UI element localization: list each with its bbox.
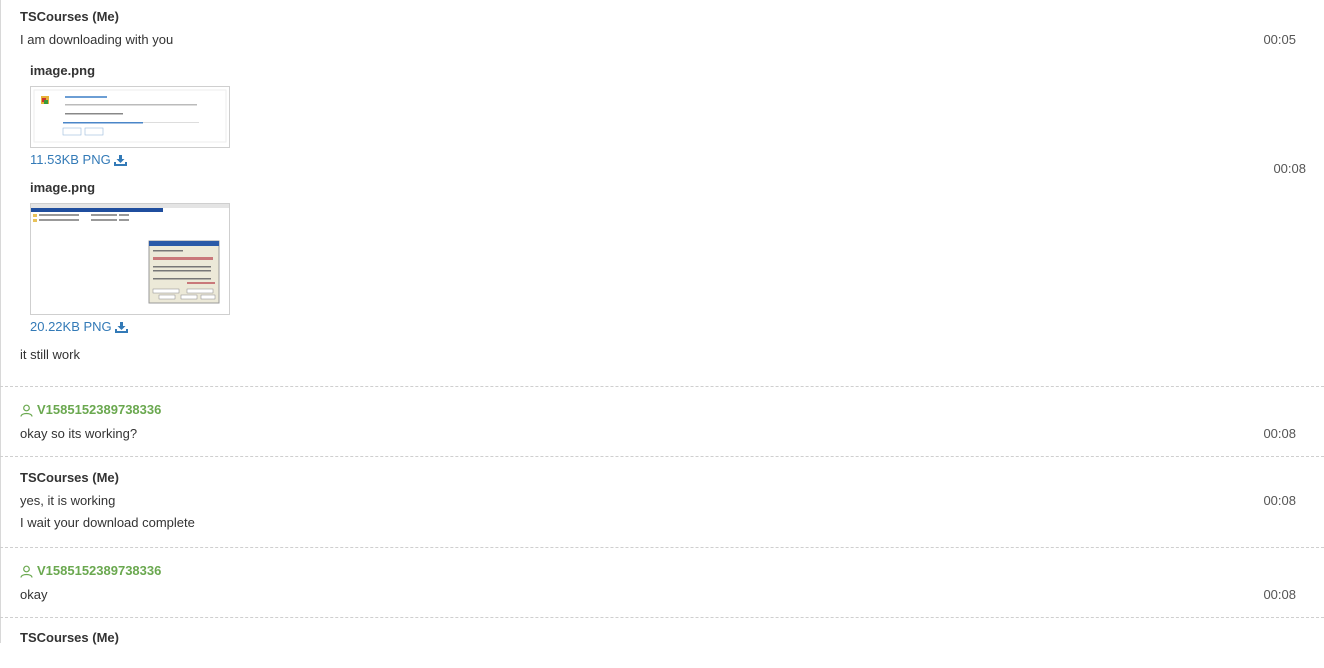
chat-message: TSCourses (Me) I am downloading with you…	[0, 0, 1324, 387]
message-line: I am downloading with you 00:05	[20, 29, 1310, 51]
sender-name: TSCourses (Me)	[20, 630, 119, 645]
attachment-meta: 20.22KB PNG	[30, 319, 112, 334]
visitor-sender: V1585152389738336	[20, 561, 1310, 581]
thumbnail-image	[31, 204, 229, 304]
attachment-thumbnail[interactable]	[30, 86, 230, 148]
message-text: I wait your download complete	[20, 515, 195, 530]
message-line: it still work	[20, 344, 1310, 366]
attachment-download-link[interactable]: 20.22KB PNG	[30, 316, 1310, 338]
download-icon	[114, 321, 128, 333]
message-line: yes, it is working 00:08	[20, 490, 1310, 512]
chat-message: TSCourses (Me)	[0, 618, 1324, 668]
sender-name: TSCourses (Me)	[20, 9, 119, 24]
visitor-sender: V1585152389738336	[20, 400, 1310, 420]
user-icon	[20, 565, 33, 578]
attachment: image.png 00:08 20.22KB PNG	[30, 161, 1310, 338]
attachment-download-link[interactable]: 11.53KB PNG	[30, 149, 1310, 171]
message-text: okay	[20, 587, 48, 602]
attachment-name: image.png	[30, 63, 96, 78]
message-time: 00:05	[1263, 32, 1296, 47]
user-icon	[20, 404, 33, 417]
message-text: I am downloading with you	[20, 32, 174, 47]
chat-message: V1585152389738336 okay 00:08	[0, 548, 1324, 618]
sender-name: V1585152389738336	[37, 402, 162, 417]
message-time: 00:08	[1263, 493, 1296, 508]
sender-name: TSCourses (Me)	[20, 470, 119, 485]
message-line: I wait your download complete	[20, 512, 1310, 534]
sender-name: V1585152389738336	[37, 563, 162, 578]
message-time: 00:08	[1273, 161, 1306, 176]
chat-message: TSCourses (Me) yes, it is working 00:08 …	[0, 457, 1324, 548]
download-icon	[113, 154, 127, 166]
message-text: okay so its working?	[20, 426, 138, 441]
message-time: 00:08	[1263, 587, 1296, 602]
attachment-meta: 11.53KB PNG	[30, 152, 111, 167]
message-time: 00:08	[1263, 426, 1296, 441]
message-text: it still work	[20, 347, 80, 362]
message-line: okay so its working? 00:08	[20, 423, 1310, 445]
chat-message: V1585152389738336 okay so its working? 0…	[0, 387, 1324, 457]
message-text: yes, it is working	[20, 493, 116, 508]
attachment-name: image.png	[30, 180, 96, 195]
attachment: image.png 11.53KB PNG	[30, 61, 1310, 171]
attachment-thumbnail[interactable]	[30, 203, 230, 315]
message-line: okay 00:08	[20, 584, 1310, 606]
thumbnail-image	[33, 89, 227, 143]
